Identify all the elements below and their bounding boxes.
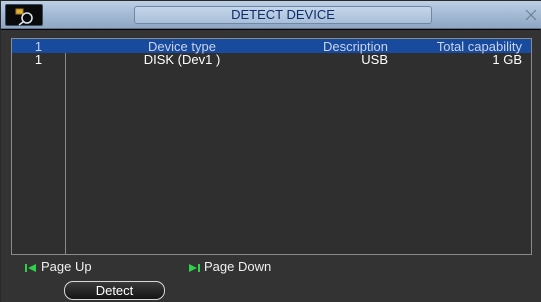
row-capacity: 1 GB — [492, 52, 522, 67]
close-icon[interactable] — [523, 7, 539, 23]
row-index: 1 — [34, 52, 43, 67]
dialog-title: DETECT DEVICE — [231, 7, 335, 22]
page-up-icon — [25, 263, 36, 272]
detect-button[interactable]: Detect — [64, 281, 165, 300]
dialog-body: 1 Device type Description Total capabili… — [1, 30, 541, 302]
row-description: USB — [361, 52, 388, 67]
page-up-button[interactable]: Page Up — [25, 259, 92, 274]
device-list: 1 Device type Description Total capabili… — [11, 38, 532, 255]
wrench-icon — [15, 8, 33, 26]
detect-device-dialog: DETECT DEVICE 1 Device type Description … — [0, 0, 541, 302]
page-down-label: Page Down — [204, 259, 272, 274]
column-divider — [65, 53, 66, 254]
table-header: 1 Device type Description Total capabili… — [12, 39, 531, 53]
page-up-label: Page Up — [41, 259, 92, 274]
page-down-icon — [189, 263, 200, 272]
title-bar: DETECT DEVICE — [1, 1, 541, 29]
row-device-type: DISK (Dev1 ) — [143, 52, 221, 67]
page-down-button[interactable]: Page Down — [188, 259, 271, 274]
app-icon — [5, 4, 43, 26]
